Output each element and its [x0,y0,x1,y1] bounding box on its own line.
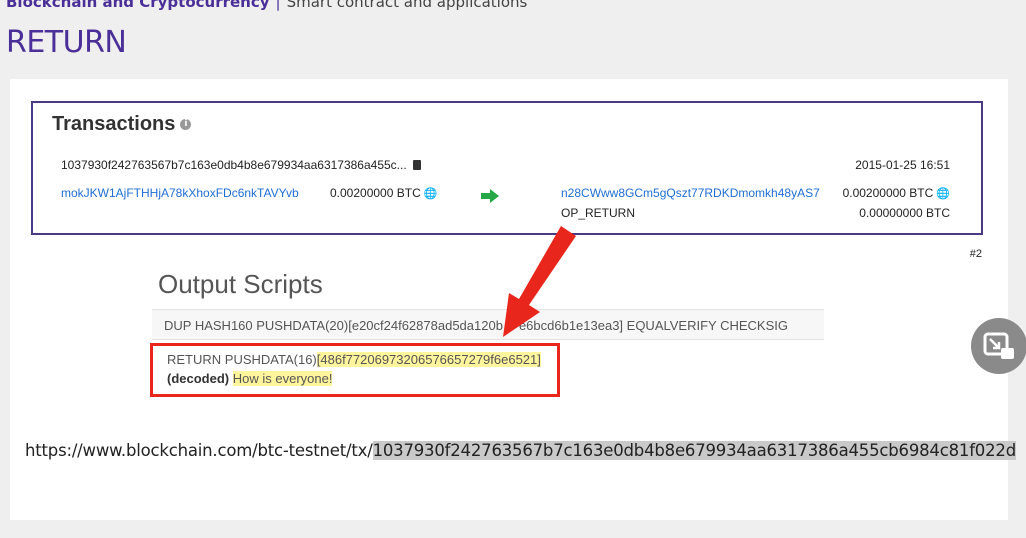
globe-icon[interactable]: 🌐 [424,188,438,200]
output-script-line-1-head: DUP HASH160 PUSHDATA(20)[e20cf24f62878ad… [164,318,503,333]
op-return-amount: 0.00000000 BTC [859,206,950,220]
decoded-label: (decoded) [167,371,230,386]
breadcrumb-section: Blockchain and Cryptocurrency [6,0,270,11]
input-amount-text: 0.00200000 BTC [330,186,421,200]
info-icon[interactable]: i [180,119,192,131]
picture-in-picture-button[interactable] [971,318,1026,374]
input-amount: 0.00200000 BTC 🌐 [330,186,437,200]
op-return-highlight-box: RETURN PUSHDATA(16)[486f7720697320657665… [150,343,560,397]
page-title: RETURN [6,25,127,60]
output-address-link[interactable]: n28CWww8GCm5gQszt77RDKDmomkh48yAS7 [561,186,820,200]
globe-icon[interactable]: 🌐 [936,188,950,200]
url-prefix: https://www.blockchain.com/btc-testnet/t… [25,441,373,460]
breadcrumb-separator: | [275,0,281,11]
output-script-line-1: DUP HASH160 PUSHDATA(20)[e20cf24f62878ad… [152,309,824,340]
transaction-url[interactable]: https://www.blockchain.com/btc-testnet/t… [25,441,1016,460]
slide-number: #2 [969,248,982,260]
transactions-heading-text: Transactions [52,113,176,135]
clipboard-icon[interactable] [412,160,421,170]
transaction-hash: 1037930f242763567b7c163e0db4b8e679934aa6… [61,158,421,172]
output-scripts-heading: Output Scripts [158,269,323,299]
transaction-hash-text[interactable]: 1037930f242763567b7c163e0db4b8e679934aa6… [61,158,407,172]
url-hash: 1037930f242763567b7c163e0db4b8e679934aa6… [372,441,1016,460]
picture-in-picture-icon [983,332,1014,359]
screenshot-card: Transactions i 1037930f242763567b7c163e0d… [10,79,1016,520]
green-right-arrow-icon [481,189,499,203]
decoded-text: How is everyone! [232,371,333,386]
return-pushdata-prefix: RETURN PUSHDATA(16) [167,352,317,367]
breadcrumb: Blockchain and Cryptocurrency | Smart cont… [6,0,527,11]
output-script-line-2: RETURN PUSHDATA(16)[486f7720697320657665… [167,352,541,367]
transactions-panel: Transactions i 1037930f242763567b7c163e0d… [31,101,983,235]
return-pushdata-hex: [486f77206973206576657279f6e6521] [316,352,541,367]
output-amount: 0.00200000 BTC 🌐 [843,186,950,200]
input-address-link[interactable]: mokJKW1AjFTHHjA78kXhoxFDc6nkTAVYvb [61,186,299,200]
decoded-line: (decoded) How is everyone! [167,371,333,386]
output-script-line-1-tail: e6bcd6b1e13ea3] EQUALVERIFY CHECKSIG [518,318,788,333]
transactions-heading: Transactions i [52,113,192,136]
output-amount-text: 0.00200000 BTC [842,186,934,200]
breadcrumb-topic: Smart contract and applications [286,0,528,11]
op-return-label: OP_RETURN [561,206,636,220]
transaction-date: 2015-01-25 16:51 [855,158,950,172]
